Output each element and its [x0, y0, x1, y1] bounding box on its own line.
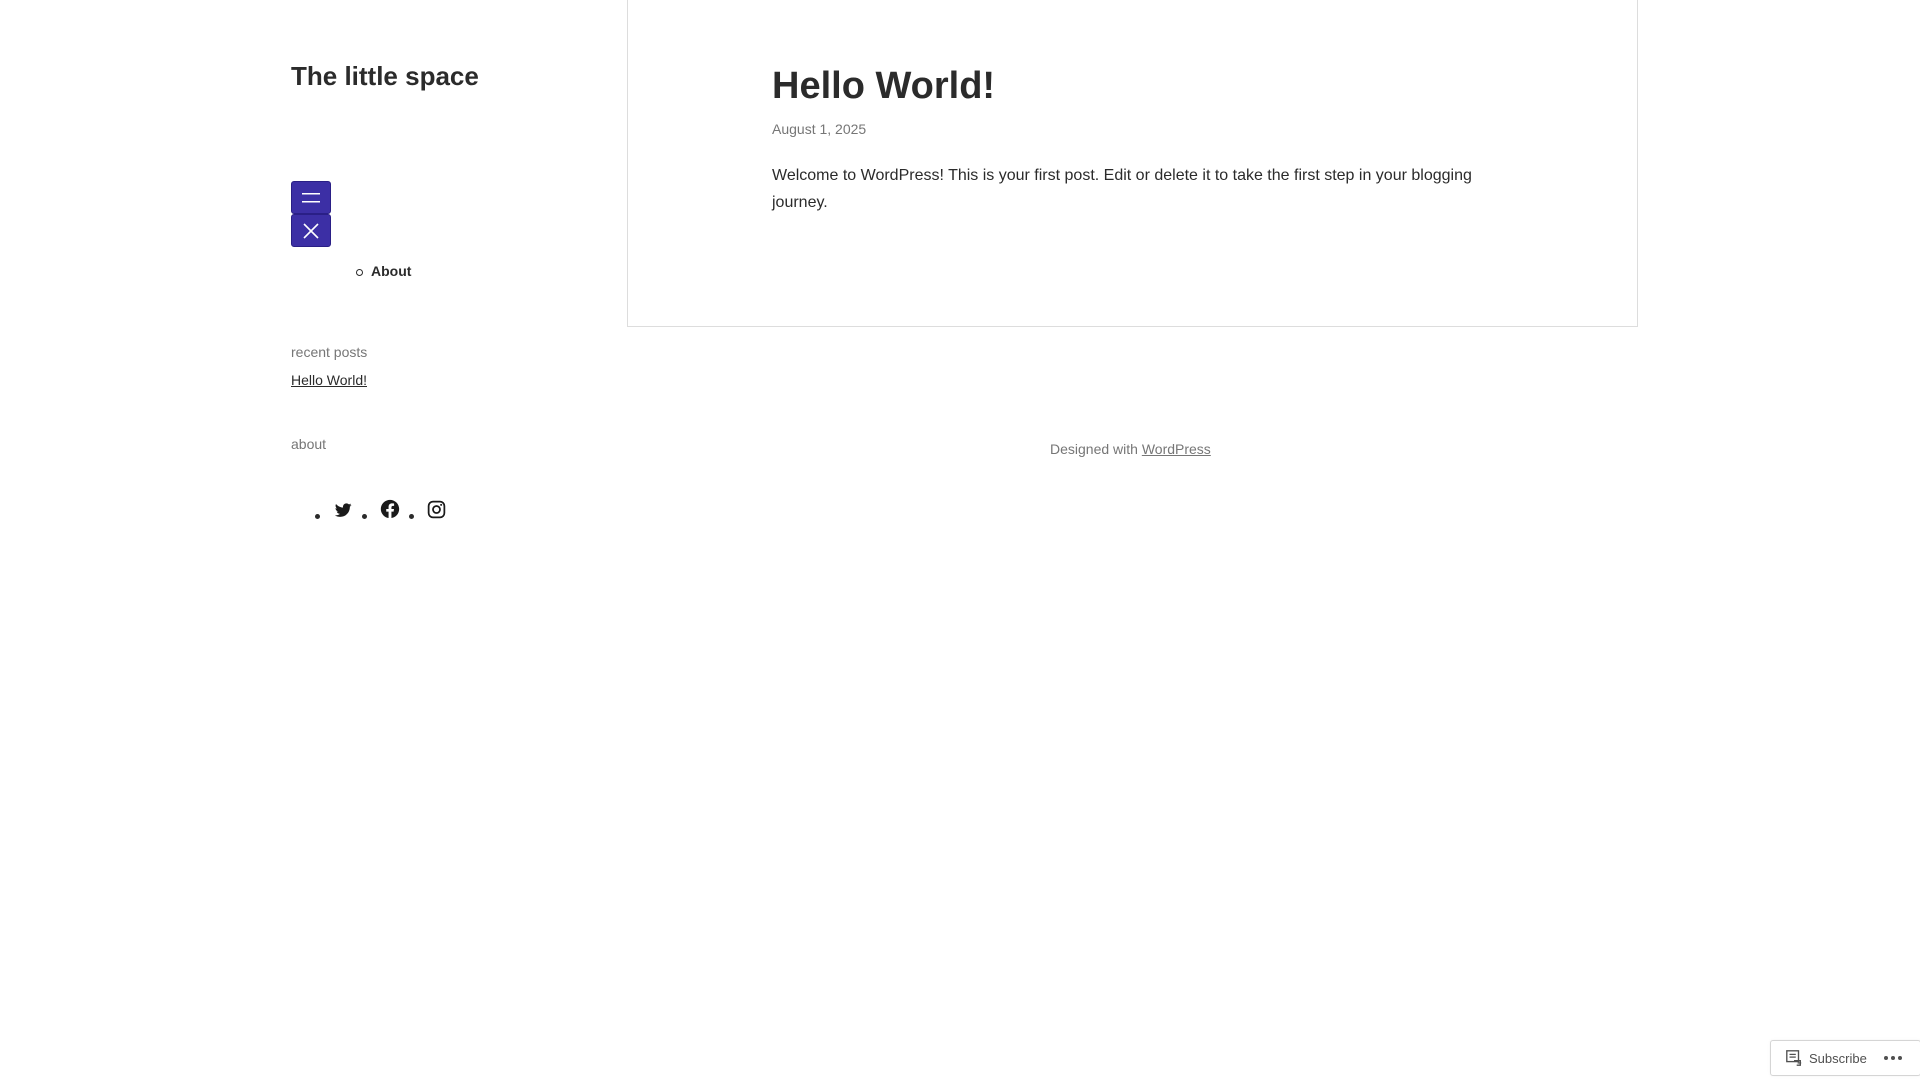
- ellipsis-icon: [1883, 1056, 1902, 1060]
- footer-credit: Designed with WordPress: [1050, 441, 1211, 457]
- reader-icon: [1786, 1050, 1802, 1066]
- close-icon: [303, 222, 319, 239]
- social-item-instagram: [409, 499, 447, 520]
- post-date[interactable]: August 1, 2025: [772, 121, 866, 137]
- open-menu-button[interactable]: [291, 181, 331, 214]
- wordpress-link[interactable]: WordPress: [1142, 441, 1211, 457]
- subscribe-button[interactable]: Subscribe: [1771, 1041, 1875, 1075]
- subscribe-bar: Subscribe: [1770, 1040, 1920, 1076]
- close-menu-button[interactable]: [291, 214, 331, 247]
- menu-link-about[interactable]: About: [371, 263, 411, 279]
- list-bullet: [409, 514, 414, 519]
- hamburger-menu-icon: [302, 192, 320, 202]
- social-item-twitter: [315, 500, 354, 520]
- twitter-icon: [334, 503, 352, 517]
- facebook-link[interactable]: [379, 498, 401, 520]
- recent-posts-title: recent posts: [291, 344, 368, 360]
- primary-menu: About: [355, 263, 411, 279]
- site-title[interactable]: The little space: [291, 61, 479, 92]
- twitter-link[interactable]: [332, 500, 354, 520]
- list-bullet: [362, 514, 367, 519]
- about-widget-title: about: [291, 436, 327, 452]
- page: The little space About recent posts Hell…: [0, 0, 1920, 1080]
- post-card: Hello World! August 1, 2025 Welcome to W…: [627, 0, 1638, 327]
- list-bullet: [315, 514, 320, 519]
- social-item-facebook: [362, 498, 401, 520]
- post-title[interactable]: Hello World!: [772, 65, 995, 108]
- post-content: Welcome to WordPress! This is your first…: [772, 167, 1472, 211]
- recent-post-link[interactable]: Hello World!: [291, 372, 367, 388]
- facebook-icon: [380, 499, 400, 519]
- menu-item-about: About: [355, 263, 411, 279]
- subscribe-label: Subscribe: [1809, 1050, 1867, 1066]
- instagram-icon: [427, 500, 446, 519]
- social-links: [315, 498, 455, 520]
- instagram-link[interactable]: [426, 499, 447, 520]
- footer-credit-prefix: Designed with: [1050, 441, 1142, 457]
- more-options-button[interactable]: [1875, 1041, 1911, 1075]
